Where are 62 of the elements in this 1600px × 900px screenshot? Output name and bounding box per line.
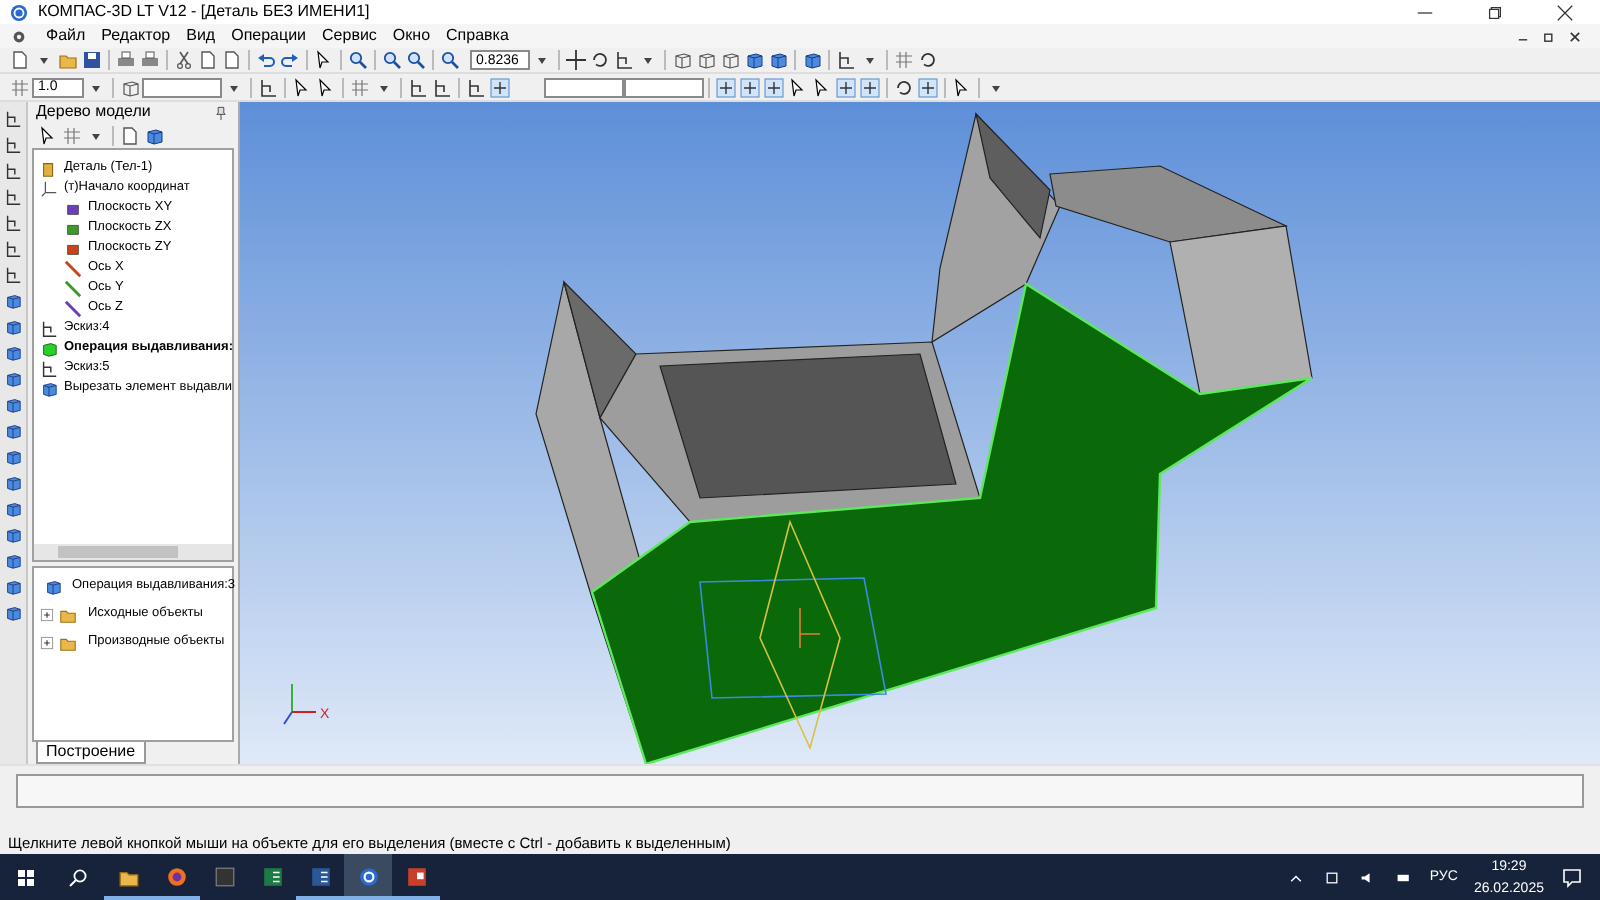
globe-icon [165,866,187,888]
close-icon[interactable] [1568,29,1582,43]
notifications-icon[interactable] [1562,867,1582,887]
axes-icon [40,179,58,197]
wireframe-icon[interactable] [672,50,692,70]
print-preview-icon[interactable] [116,50,136,70]
zoom-out-icon[interactable] [406,50,426,70]
refresh-icon[interactable] [918,50,938,70]
panel-tab[interactable]: Построение [36,742,146,764]
folder-icon [117,866,139,888]
x-field[interactable] [544,77,624,97]
menu-item[interactable]: Редактор [101,28,171,44]
undo-icon[interactable] [256,50,276,70]
search-icon[interactable] [68,867,88,887]
pin-icon[interactable] [214,105,228,119]
thin-lines-icon[interactable] [720,50,740,70]
restore-icon[interactable] [1542,29,1556,43]
redo-icon[interactable] [280,50,300,70]
rotate-icon[interactable] [590,50,610,70]
menu-item[interactable]: Операции [231,28,307,44]
menu-item[interactable]: Файл [46,28,86,44]
y-field[interactable] [624,77,704,97]
part-icon [40,159,58,177]
sketch-icon [40,359,58,377]
spreadsheet-icon [261,866,283,888]
panel-title: Дерево модели [36,104,151,120]
print-icon[interactable] [140,50,160,70]
menu-item[interactable]: Сервис [322,28,377,44]
window-title: КОМПАС-3D LT V12 - [Деталь БЕЗ ИМЕНИ1] [38,4,370,20]
gear-icon[interactable] [10,27,28,45]
expand-icon[interactable] [40,635,54,649]
slides-icon [405,866,427,888]
cube-icon [44,577,62,595]
document-icon [309,866,331,888]
save-icon[interactable] [82,50,102,70]
speaker-icon[interactable] [1359,869,1376,885]
menu-item[interactable]: Окно [392,28,431,44]
zoom-icon[interactable] [348,50,368,70]
menu-item[interactable]: Справка [446,28,509,44]
scrollbar-thumb[interactable] [58,546,178,558]
start-icon[interactable] [16,867,36,887]
taskbar-app-button[interactable] [344,854,392,900]
cube-icon [40,379,58,397]
window-icon [213,866,235,888]
battery-icon[interactable] [1395,869,1412,885]
property-field[interactable] [16,774,1584,808]
axis-triad-icon [283,683,317,725]
shaded-icon[interactable] [744,50,764,70]
style-field[interactable] [142,77,222,97]
pan-icon[interactable] [566,50,586,70]
shaded-edges-icon[interactable] [768,50,788,70]
app-logo-icon [357,866,379,888]
menu-item[interactable]: Вид [186,28,216,44]
perspective-icon[interactable] [802,50,822,70]
expand-icon[interactable] [40,607,54,621]
zoom-in-icon[interactable] [382,50,402,70]
zoom-scale-icon[interactable] [440,50,460,70]
close-icon[interactable] [1556,3,1574,21]
restore-icon[interactable] [1486,3,1504,21]
pointer-help-icon[interactable] [314,50,334,70]
hidden-lines-icon[interactable] [696,50,716,70]
sketch-icon [40,319,58,337]
